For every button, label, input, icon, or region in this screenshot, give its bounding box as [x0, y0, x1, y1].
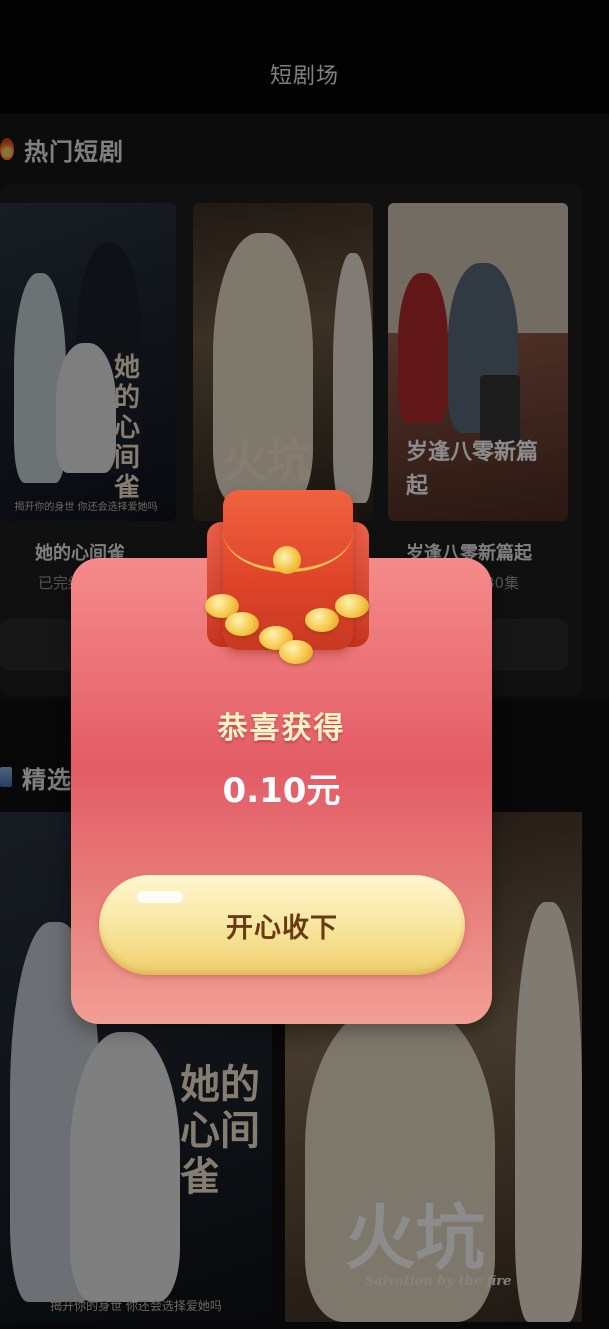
- gold-ingot-icon: [279, 640, 313, 664]
- screen: 短剧场 热门短剧 她的心间雀 揭开你的身世 你还会选择爱她吗 火坑 岁逢八零新篇…: [0, 0, 609, 1329]
- button-gloss: [137, 891, 183, 903]
- envelope-seal: [273, 546, 301, 574]
- gold-ingot-icon: [225, 612, 259, 636]
- gold-ingot-icon: [305, 608, 339, 632]
- red-envelope-icon: [205, 490, 369, 664]
- gold-ingot-icon: [335, 594, 369, 618]
- reward-title: 恭喜获得: [217, 711, 346, 746]
- accept-reward-button[interactable]: 开心收下: [99, 875, 465, 975]
- reward-amount: 0.10元: [222, 771, 341, 811]
- accept-reward-label: 开心收下: [226, 912, 338, 943]
